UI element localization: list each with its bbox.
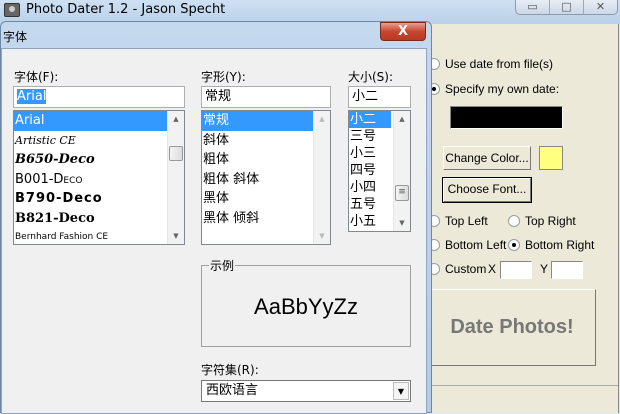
window-title: Photo Dater 1.2 - Jason Specht (26, 2, 226, 17)
sample-text: AaBbYyZz (254, 294, 358, 319)
top-left-label: Top Left (445, 214, 488, 228)
dialog-close-button[interactable]: X (380, 22, 426, 41)
dialog-client: 字体(F): 字形(Y): 大小(S): Arial 常规 小二 Arial A… (1, 48, 427, 414)
list-item[interactable]: 常规 (202, 111, 313, 131)
bottom-right-radio[interactable] (508, 239, 520, 251)
scroll-thumb[interactable] (169, 146, 183, 161)
size-list[interactable]: 小二 三号 小三 四号 小四 五号 小五 ▲ ≡ ▼ (348, 110, 411, 232)
list-item[interactable]: 黑体 倾斜 (202, 209, 330, 229)
size-list-scrollbar[interactable]: ▲ ≡ ▼ (393, 111, 410, 231)
scroll-up-icon[interactable]: ▲ (314, 111, 330, 127)
date-photos-button[interactable]: Date Photos! (428, 289, 596, 366)
y-input[interactable] (551, 261, 583, 279)
date-input[interactable] (450, 106, 563, 129)
font-dialog: 字体 X 字体(F): 字形(Y): 大小(S): Arial 常规 小二 Ar… (0, 21, 432, 414)
status-divider (428, 385, 618, 386)
sample-legend: 示例 (209, 257, 236, 274)
use-file-date-label: Use date from file(s) (445, 57, 554, 71)
x-label: X (488, 262, 497, 276)
font-list-scrollbar[interactable]: ▲ ▼ (167, 111, 184, 244)
scroll-down-icon[interactable]: ▼ (314, 228, 330, 244)
charset-value: 西欧语言 (206, 383, 259, 398)
list-item[interactable]: 黑体 (202, 189, 330, 209)
font-list[interactable]: Arial Artistic CE B650-Deco B001-Deco B7… (13, 110, 185, 245)
charset-select[interactable]: 西欧语言 ▼ (201, 380, 411, 402)
window-controls: ▭ □ ✕ (515, 0, 618, 15)
scroll-thumb[interactable]: ≡ (395, 185, 409, 201)
y-label: Y (540, 262, 549, 276)
style-list[interactable]: 常规 斜体 粗体 粗体 斜体 黑体 黑体 倾斜 ▲ ▼ (201, 110, 331, 245)
font-input[interactable]: Arial (13, 86, 185, 108)
style-list-scrollbar[interactable]: ▲ ▼ (313, 111, 330, 244)
top-right-radio[interactable] (508, 215, 520, 227)
list-item[interactable]: 粗体 (202, 150, 330, 170)
font-input-value: Arial (17, 89, 47, 104)
style-input[interactable]: 常规 (201, 86, 331, 108)
maximize-button[interactable]: □ (550, 0, 584, 14)
custom-label: Custom (445, 262, 487, 276)
scroll-down-icon[interactable]: ▼ (394, 215, 410, 231)
list-item[interactable]: B821-Deco (14, 209, 184, 229)
size-input[interactable]: 小二 (348, 86, 411, 108)
list-item[interactable]: 小二 (349, 111, 391, 128)
camera-icon (4, 3, 20, 17)
top-right-label: Top Right (525, 214, 576, 228)
bottom-right-label: Bottom Right (525, 238, 595, 252)
x-input[interactable] (500, 261, 532, 279)
list-item[interactable]: Bernhard Fashion CE (14, 228, 184, 244)
scroll-down-icon[interactable]: ▼ (168, 228, 184, 244)
size-label: 大小(S): (348, 70, 394, 84)
sample-group: 示例 AaBbYyZz (201, 257, 411, 347)
list-item[interactable]: Artistic CE (14, 131, 184, 151)
charset-label: 字符集(R): (201, 363, 259, 377)
dialog-title: 字体 (3, 30, 28, 44)
color-swatch (539, 146, 563, 170)
bottom-left-label: Bottom Left (445, 238, 507, 252)
list-item[interactable]: B001-Deco (14, 170, 184, 190)
list-item[interactable]: 粗体 斜体 (202, 170, 330, 190)
style-label: 字形(Y): (201, 70, 246, 84)
chevron-down-icon[interactable]: ▼ (393, 382, 409, 400)
scroll-up-icon[interactable]: ▲ (168, 111, 184, 127)
list-item[interactable]: Arial (14, 111, 167, 131)
close-button[interactable]: ✕ (584, 0, 617, 14)
specify-date-label: Specify my own date: (445, 82, 560, 96)
minimize-button[interactable]: ▭ (516, 0, 550, 14)
choose-font-button[interactable]: Choose Font... (442, 177, 532, 203)
list-item[interactable]: 斜体 (202, 131, 330, 151)
list-item[interactable]: B650-Deco (14, 150, 184, 170)
font-label: 字体(F): (14, 70, 59, 84)
settings-panel: Use date from file(s) Specify my own dat… (428, 24, 619, 413)
list-item[interactable]: B790-Deco (14, 189, 184, 209)
change-color-button[interactable]: Change Color... (443, 146, 531, 170)
scroll-up-icon[interactable]: ▲ (394, 111, 410, 127)
